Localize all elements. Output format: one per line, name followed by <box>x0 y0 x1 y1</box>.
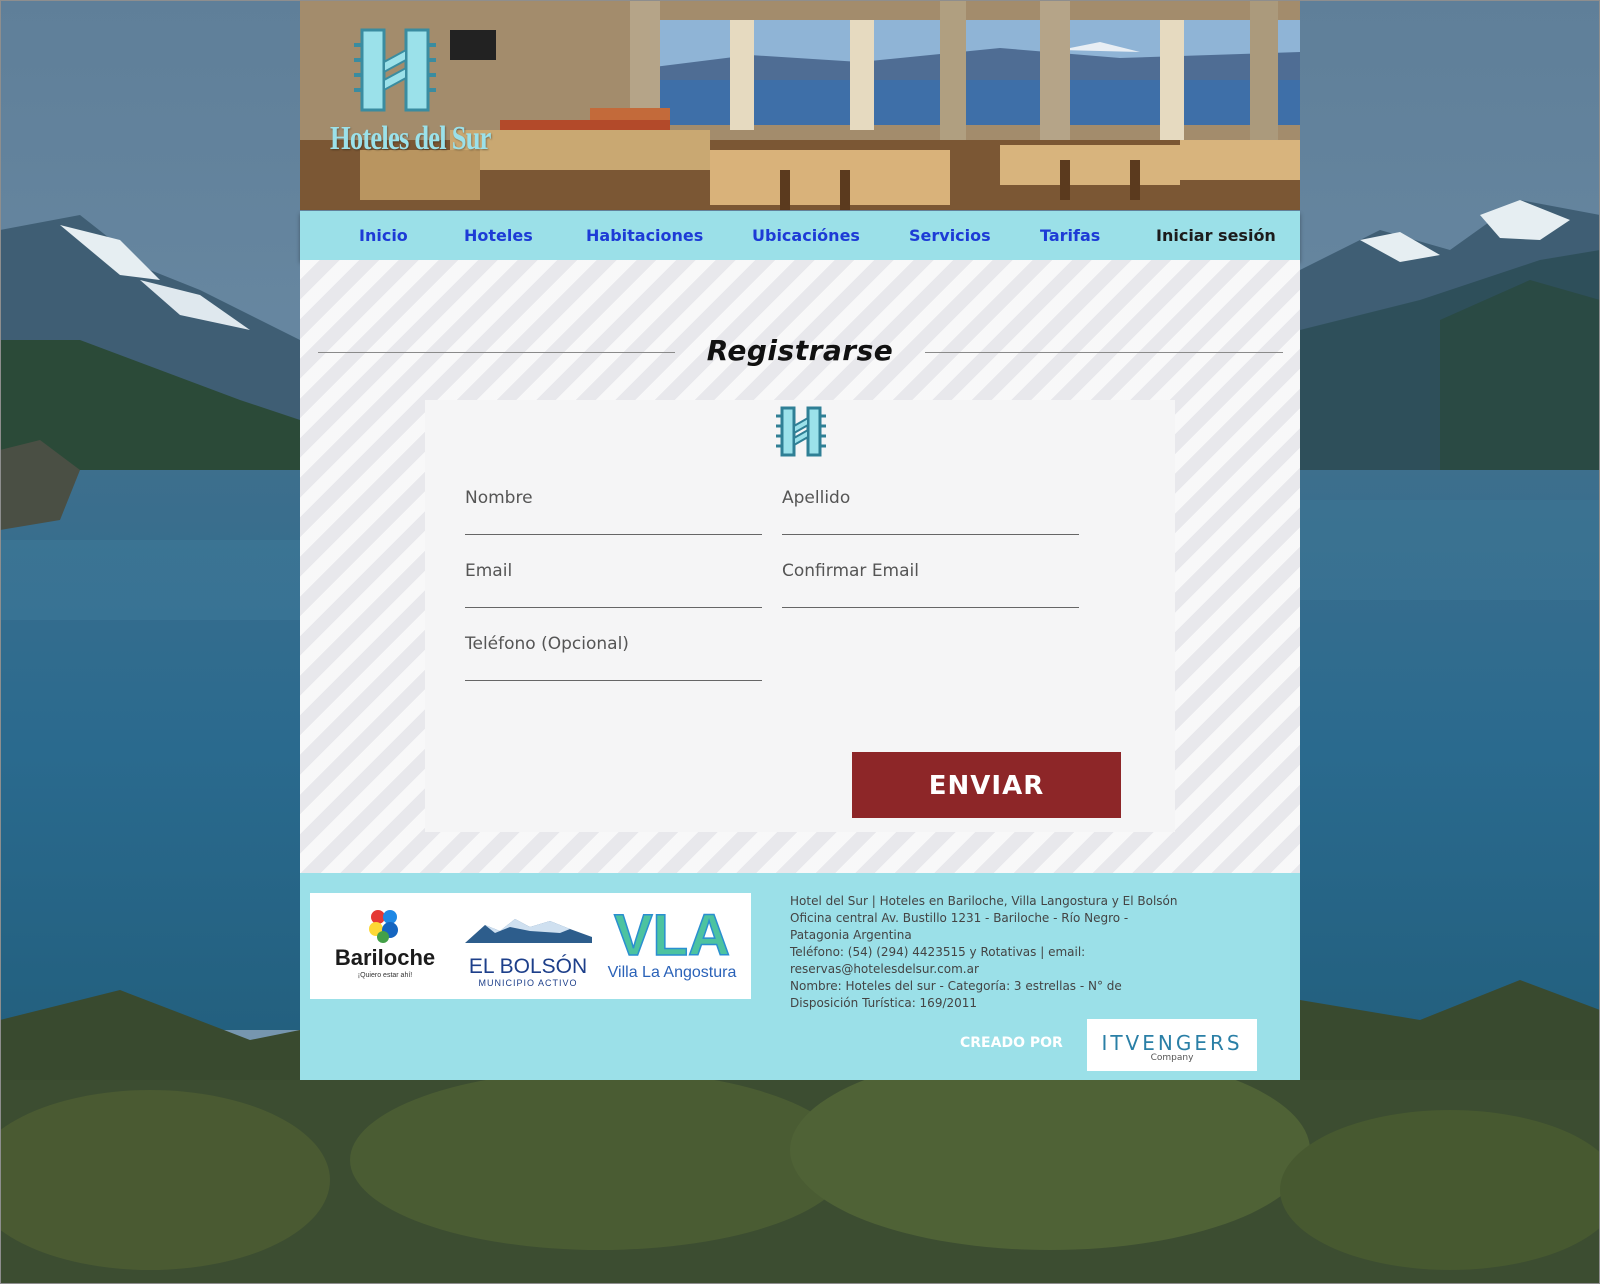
footer-contact-info: Hotel del Sur | Hoteles en Bariloche, Vi… <box>790 893 1180 1012</box>
email-field[interactable]: Email <box>465 559 766 609</box>
submit-button[interactable]: ENVIAR <box>852 752 1121 818</box>
bariloche-tagline: ¡Quiero estar ahí! <box>358 972 413 979</box>
el-bolson-tagline: MUNICIPIO ACTIVO <box>478 978 577 988</box>
bariloche-emblem-icon: Bariloche ¡Quiero estar ahí! <box>335 910 435 979</box>
nav-item-iniciar-sesion[interactable]: Iniciar sesión <box>1156 226 1276 245</box>
hotel-logo-icon <box>776 406 826 457</box>
itvengers-sub: Company <box>1150 1053 1194 1063</box>
created-by-label: CREADO POR <box>960 1035 1063 1051</box>
nav-item-inicio[interactable]: Inicio <box>359 226 408 245</box>
confirm-email-field[interactable]: Confirmar Email <box>782 559 1083 609</box>
nav-item-habitaciones[interactable]: Habitaciones <box>586 226 703 245</box>
itvengers-name: ITVENGERS <box>1101 1031 1243 1055</box>
itvengers-logo[interactable]: ITVENGERS Company <box>1087 1019 1257 1071</box>
footer: Bariloche ¡Quiero estar ahí! EL BOLSÓN M… <box>300 873 1300 1080</box>
el-bolson-mountain-icon: EL BOLSÓN MUNICIPIO ACTIVO <box>465 919 592 988</box>
footer-info-line-4: Nombre: Hoteles del sur - Categoría: 3 e… <box>790 979 1122 1010</box>
restaurant-banner-image <box>300 0 1300 210</box>
bariloche-name: Bariloche <box>335 945 435 970</box>
footer-info-line-2: Oficina central Av. Bustillo 1231 - Bari… <box>790 911 1129 942</box>
registration-form: Nombre Apellido Email Confirmar Email Te… <box>425 400 1175 832</box>
telefono-field[interactable]: Teléfono (Opcional) <box>465 632 766 682</box>
partner-logos: Bariloche ¡Quiero estar ahí! EL BOLSÓN M… <box>310 893 751 999</box>
vla-abbr: VLA <box>614 903 730 968</box>
nombre-field[interactable]: Nombre <box>465 486 766 536</box>
confirm-email-input[interactable] <box>782 559 1083 609</box>
page-container: Hoteles del Sur Inicio Hoteles Habitacio… <box>300 0 1300 1080</box>
apellido-field[interactable]: Apellido <box>782 486 1083 536</box>
footer-info-line-1: Hotel del Sur | Hoteles en Bariloche, Vi… <box>790 894 1178 908</box>
vla-name: Villa La Angostura <box>608 964 737 981</box>
footer-info-line-3: Teléfono: (54) (294) 4423515 y Rotativas… <box>790 945 1086 976</box>
nombre-input[interactable] <box>465 486 766 536</box>
nav-item-hoteles[interactable]: Hoteles <box>464 226 533 245</box>
villa-la-angostura-logo[interactable]: VLA Villa La Angostura <box>600 893 751 999</box>
registration-section: Registrarse Nombre Apellido Email Confir… <box>300 260 1300 873</box>
email-input[interactable] <box>465 559 766 609</box>
nav-item-tarifas[interactable]: Tarifas <box>1040 226 1100 245</box>
el-bolson-logo[interactable]: EL BOLSÓN MUNICIPIO ACTIVO <box>460 893 600 999</box>
header-banner: Hoteles del Sur <box>300 0 1300 210</box>
telefono-input[interactable] <box>465 632 766 682</box>
main-navigation: Inicio Hoteles Habitaciones Ubicaciónes … <box>300 211 1300 260</box>
apellido-input[interactable] <box>782 486 1083 536</box>
page-title: Registrarse <box>706 334 894 367</box>
nav-item-servicios[interactable]: Servicios <box>909 226 991 245</box>
bariloche-logo[interactable]: Bariloche ¡Quiero estar ahí! <box>310 893 460 999</box>
vla-logo-icon: VLA Villa La Angostura <box>608 902 737 981</box>
nav-item-ubicaciones[interactable]: Ubicaciónes <box>752 226 860 245</box>
brand-name[interactable]: Hoteles del Sur <box>330 120 491 158</box>
el-bolson-name: EL BOLSÓN <box>469 955 587 978</box>
